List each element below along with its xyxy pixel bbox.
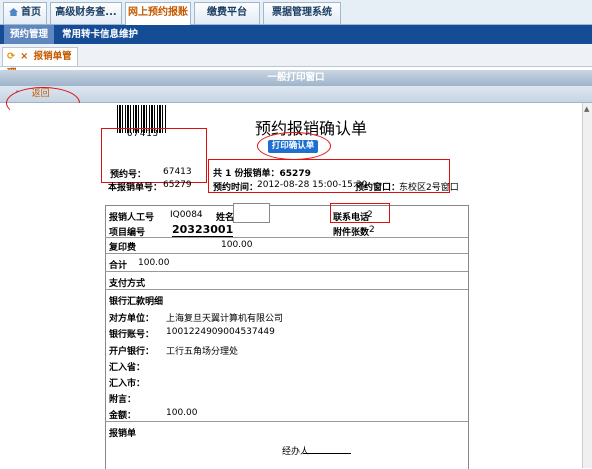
copy-fee: 100.00 <box>221 240 253 250</box>
handler-label: 经办人 <box>282 447 310 457</box>
payee-label: 对方单位： <box>109 314 155 324</box>
chevron-up-icon: ⌃ <box>14 89 21 98</box>
tab-invoice-system[interactable]: 票据管理系统 <box>263 2 341 24</box>
booking-no: 67413 <box>163 167 192 177</box>
voucher-label: 报销单 <box>109 429 137 439</box>
project-label: 项目编号 <box>109 228 146 238</box>
document-title: 预约报销确认单 <box>255 119 368 138</box>
print-window-toolbar: ⌃ 返回 <box>0 86 592 103</box>
total-label: 合计 <box>109 261 128 271</box>
copy-fee-label: 复印费 <box>109 243 137 253</box>
city-label: 汇入市： <box>109 379 146 389</box>
bank-detail-label: 银行汇款明细 <box>109 297 164 307</box>
subnav-card-info-maintenance[interactable]: 常用转卡信息维护 <box>56 25 144 44</box>
remarks-label: 附言： <box>109 395 137 405</box>
window-value: 东校区2号窗口 <box>399 183 459 193</box>
applicant-id-label: 报销人工号 <box>109 213 155 223</box>
tab-home[interactable]: 首页 <box>3 2 47 24</box>
summary-line: 共 1 份报销单：65279 <box>213 169 311 179</box>
window-label: 预约窗口： <box>355 183 401 193</box>
row-divider <box>105 421 468 422</box>
tab-online-appointment[interactable]: 网上预约报账 <box>125 2 191 25</box>
bank-label: 开户银行： <box>109 347 155 357</box>
voucher-no: 65279 <box>163 180 192 190</box>
row-divider <box>105 271 468 272</box>
scroll-up-icon[interactable]: ▲ <box>584 105 589 113</box>
refresh-icon[interactable]: ⟳ <box>7 51 15 62</box>
row-divider <box>105 237 468 238</box>
payee: 上海复旦天翼计算机有限公司 <box>166 314 284 324</box>
back-button[interactable]: ⌃ 返回 <box>14 87 64 101</box>
home-icon <box>9 8 18 16</box>
name-label: 姓名 <box>216 213 235 223</box>
attachments: 2 <box>369 225 375 235</box>
tab-advanced-finance-query[interactable]: 高级财务查... <box>50 2 122 24</box>
voucher-form <box>105 205 469 469</box>
sub-nav: 预约管理 常用转卡信息维护 <box>0 25 592 44</box>
panel-tab-voucher-management[interactable]: ⟳ × 报销单管理 <box>2 47 78 79</box>
print-confirmation-button[interactable]: 打印确认单 <box>268 140 318 153</box>
close-icon[interactable]: × <box>20 51 28 62</box>
payment-label: 支付方式 <box>109 279 146 289</box>
vertical-scrollbar[interactable]: ▲ <box>582 103 592 468</box>
project-no: 20323001 <box>172 223 234 237</box>
top-tab-bar: 首页 高级财务查... 网上预约报账 缴费平台 票据管理系统 <box>0 0 592 25</box>
name-redacted-box <box>233 203 270 223</box>
appointment-time-label: 预约时间： <box>213 183 259 193</box>
amount-label: 金额： <box>109 411 137 421</box>
booking-no-label: 预约号： <box>110 170 147 180</box>
subnav-appointment-management[interactable]: 预约管理 <box>4 25 55 44</box>
handler-signature-line <box>303 453 351 454</box>
phone-label: 联系电话 <box>333 213 370 223</box>
row-divider <box>105 289 468 290</box>
appointment-time: 2012-08-28 15:00-15:30 <box>257 180 368 190</box>
row-divider <box>105 253 468 254</box>
total: 100.00 <box>138 258 170 268</box>
barcode-number: 67413 <box>127 129 160 139</box>
tab-payment-platform[interactable]: 缴费平台 <box>194 2 260 24</box>
voucher-no-label: 本报销单号： <box>108 183 163 193</box>
panel-tab-bar: ⟳ × 报销单管理 <box>0 44 592 79</box>
bank: 工行五角场分理处 <box>166 347 239 357</box>
account: 1001224909004537449 <box>166 327 275 337</box>
phone: 2 <box>367 210 373 220</box>
print-window-title: 一般打印窗口 <box>0 70 592 86</box>
applicant-id: IQ0084 <box>170 210 203 220</box>
attachments-label: 附件张数 <box>333 228 370 238</box>
province-label: 汇入省： <box>109 363 146 373</box>
amount: 100.00 <box>166 408 198 418</box>
account-label: 银行账号： <box>109 330 155 340</box>
